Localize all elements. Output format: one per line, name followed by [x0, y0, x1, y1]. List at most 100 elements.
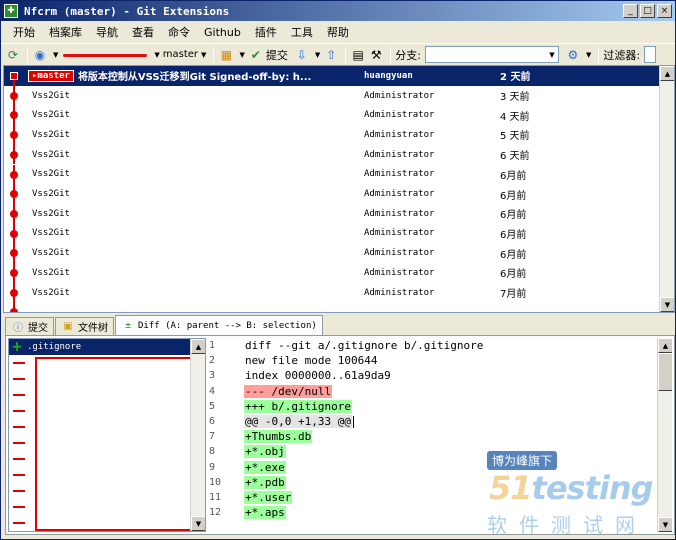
- menu-plugins[interactable]: 插件: [255, 24, 277, 40]
- commit-message: Vss2Git: [32, 110, 70, 121]
- commit-message: Vss2Git: [32, 169, 70, 180]
- diff-line: 4 --- /dev/null: [208, 384, 333, 399]
- diff-line: 8 +*.obj: [208, 444, 286, 459]
- close-button[interactable]: ×: [657, 4, 672, 18]
- commit-button-label[interactable]: 提交: [266, 47, 288, 63]
- menu-help[interactable]: 帮助: [327, 24, 349, 40]
- title-bar[interactable]: ✚ Nfcrm (master) - Git Extensions _ □ ×: [1, 1, 675, 21]
- line-number: 10: [209, 476, 222, 488]
- gear-icon[interactable]: ⚙: [565, 47, 581, 63]
- tab-diff[interactable]: ± Diff (A: parent --> B: selection): [115, 315, 323, 335]
- commit-row[interactable]: Vss2Git Administrator 5 天前: [4, 125, 660, 145]
- commit-date: 6月前: [500, 190, 527, 202]
- window-title: Nfcrm (master) - Git Extensions: [24, 4, 230, 18]
- commit-row[interactable]: Vss2Git Administrator 6 天前: [4, 144, 660, 165]
- maximize-button[interactable]: □: [640, 4, 655, 18]
- tab-file-tree[interactable]: ▣ 文件树: [55, 317, 114, 335]
- scroll-up-button[interactable]: ▲: [658, 338, 672, 353]
- commit-row[interactable]: Vss2Git Administrator 3 天前: [4, 85, 660, 106]
- main-toolbar: ⟳ ◉ ▼ ▼ master ▼ ▦ ▼ ✔ 提交 ⇩ ▼ ⇧ ▤ ⚒ 分支: …: [1, 43, 675, 65]
- stash-icon[interactable]: ▦: [218, 47, 234, 63]
- line-number: 11: [209, 492, 222, 504]
- revision-graph-cell: [4, 105, 28, 126]
- commit-row[interactable]: Vss2Git Administrator 4 天前: [4, 105, 660, 126]
- commit-author: Administrator: [364, 208, 435, 219]
- stash-dropdown-arrow[interactable]: ▼: [239, 51, 244, 59]
- commit-author: Administrator: [364, 228, 435, 239]
- scroll-up-button[interactable]: ▲: [191, 339, 205, 354]
- menu-view[interactable]: 查看: [132, 24, 154, 40]
- refresh-icon[interactable]: ⟳: [5, 47, 21, 63]
- commit-row[interactable]: Vss2Git Administrator 6月前: [4, 203, 660, 224]
- diff-line: 7 +Thumbs.db: [208, 429, 313, 444]
- commit-message: Vss2Git: [32, 248, 70, 259]
- diff-scrollbar[interactable]: ▲ ▼: [657, 338, 672, 532]
- diff-viewer[interactable]: 1 diff --git a/.gitignore b/.gitignore 2 n…: [208, 338, 672, 532]
- toolbar-separator: [390, 46, 392, 63]
- folder-tree-icon: ▣: [63, 321, 73, 332]
- minimize-button[interactable]: _: [623, 4, 638, 18]
- menu-tools[interactable]: 工具: [291, 24, 313, 40]
- branch-dropdown-arrow-left[interactable]: ▼: [154, 51, 159, 59]
- diff-line-text: +Thumbs.db: [244, 430, 313, 444]
- file-list-scrollbar[interactable]: ▲ ▼: [190, 339, 205, 531]
- scroll-down-button[interactable]: ▼: [658, 517, 672, 532]
- push-icon[interactable]: ⇧: [323, 47, 339, 63]
- commit-row[interactable]: ▸master 将版本控制从VSS迁移到Git Signed-off-by: h…: [4, 66, 660, 96]
- menu-github[interactable]: Github: [204, 26, 241, 39]
- commit-row[interactable]: Vss2Git Administrator 6月前: [4, 243, 660, 263]
- revision-graph-cell: [4, 223, 28, 244]
- menu-repository[interactable]: 档案库: [49, 24, 82, 40]
- commit-row-partial[interactable]: [4, 302, 660, 312]
- scroll-down-button[interactable]: ▼: [660, 297, 674, 312]
- diff-line: 10 +*.pdb: [208, 475, 286, 490]
- git-bash-icon[interactable]: ▤: [350, 47, 366, 63]
- commit-row[interactable]: Vss2Git Administrator 6月前: [4, 164, 660, 185]
- settings-tools-icon[interactable]: ⚒: [368, 47, 384, 63]
- filter-input[interactable]: [644, 46, 657, 63]
- file-deleted-icon: [13, 410, 25, 412]
- toolbar-separator: [213, 46, 215, 63]
- pull-dropdown-arrow[interactable]: ▼: [315, 51, 320, 59]
- redaction-mark: [63, 53, 148, 57]
- repository-dropdown-arrow[interactable]: ▼: [53, 51, 58, 59]
- commit-date: 7月前: [500, 289, 527, 301]
- diff-line: 12 +*.aps: [208, 505, 286, 520]
- menu-navigate[interactable]: 导航: [96, 24, 118, 40]
- scroll-down-button[interactable]: ▼: [191, 516, 205, 531]
- commit-row[interactable]: Vss2Git Administrator 6月前: [4, 223, 660, 244]
- menu-start[interactable]: 开始: [13, 24, 35, 40]
- chevron-down-icon[interactable]: ▼: [546, 47, 558, 62]
- file-item[interactable]: + .gitignore: [9, 339, 192, 355]
- changed-files-list[interactable]: + .gitignore ▲ ▼: [8, 338, 206, 532]
- branch-filter-combo[interactable]: ▼: [424, 46, 559, 63]
- filter-options-dropdown-arrow[interactable]: ▼: [586, 51, 591, 59]
- commit-row[interactable]: Vss2Git Administrator 7月前: [4, 282, 660, 303]
- commit-history-grid[interactable]: ▸master 将版本控制从VSS迁移到Git Signed-off-by: h…: [3, 65, 675, 313]
- filter-label: 过滤器:: [603, 48, 641, 62]
- menu-commands[interactable]: 命令: [168, 24, 190, 40]
- commit-date: 3 天前: [500, 92, 530, 104]
- current-branch-label[interactable]: master: [163, 49, 198, 60]
- scroll-thumb[interactable]: [658, 353, 672, 391]
- commit-message: 将版本控制从VSS迁移到Git Signed-off-by: h...: [77, 72, 312, 84]
- branch-dropdown-arrow[interactable]: ▼: [201, 51, 206, 59]
- repository-icon[interactable]: ◉: [32, 47, 48, 63]
- scroll-up-button[interactable]: ▲: [660, 66, 674, 81]
- commit-check-icon[interactable]: ✔: [248, 47, 264, 63]
- diff-line: 3 index 0000000..61a9da9: [208, 368, 392, 383]
- graph-node: [10, 229, 18, 238]
- line-number: 7: [209, 431, 216, 443]
- commit-row[interactable]: Vss2Git Administrator 6月前: [4, 263, 660, 283]
- commit-row[interactable]: Vss2Git Administrator 6月前: [4, 184, 660, 204]
- pull-icon[interactable]: ⇩: [294, 47, 310, 63]
- commit-author: Administrator: [364, 248, 435, 259]
- file-deleted-icon: [13, 490, 25, 492]
- branch-tag-master[interactable]: ▸master: [28, 69, 74, 82]
- repository-name-redacted[interactable]: [61, 47, 151, 63]
- commit-list-scrollbar[interactable]: ▲ ▼: [659, 66, 674, 312]
- commit-date: 2 天前: [500, 72, 531, 84]
- tab-commit[interactable]: ⓘ 提交: [5, 317, 54, 335]
- file-deleted-icon: [13, 442, 25, 444]
- branch-tag-label: master: [37, 70, 70, 81]
